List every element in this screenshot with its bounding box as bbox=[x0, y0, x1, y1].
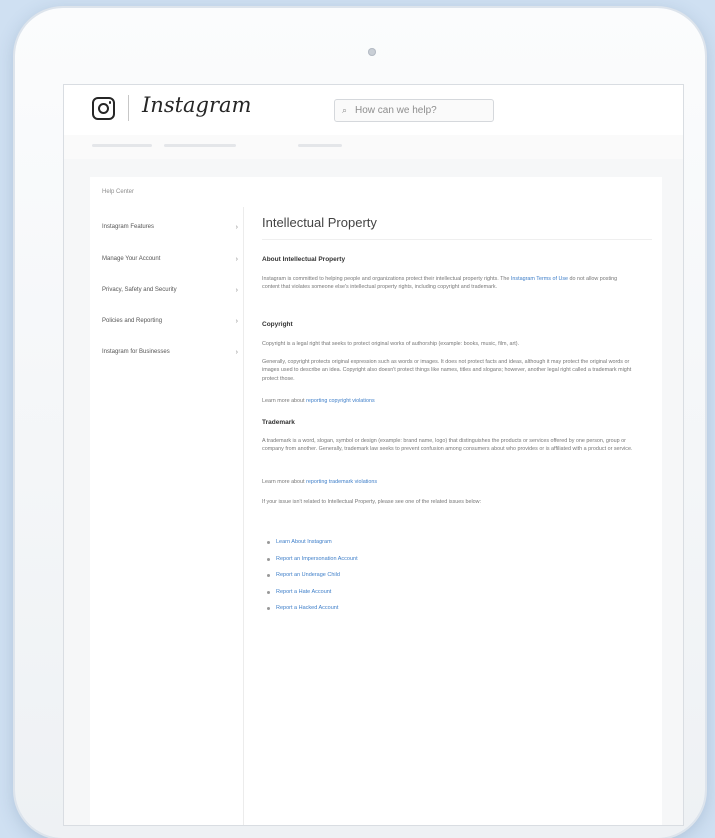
search-icon: ⌕ bbox=[342, 105, 348, 115]
sidebar-item-privacy-safety[interactable]: Privacy, Safety and Security › bbox=[102, 287, 238, 294]
learn-more-text: Learn more about bbox=[262, 398, 305, 404]
sidebar-item-policies-reporting[interactable]: Policies and Reporting › bbox=[102, 318, 238, 325]
title-divider bbox=[262, 239, 652, 240]
related-link[interactable]: Report a Hacked Account bbox=[267, 605, 358, 611]
subnav-item[interactable] bbox=[298, 144, 342, 147]
logo-divider bbox=[128, 95, 129, 121]
sidebar-item-label: Instagram Features bbox=[102, 224, 155, 230]
related-link[interactable]: Report an Impersonation Account bbox=[267, 556, 358, 562]
camera-icon bbox=[368, 48, 376, 56]
copyright-paragraph-1: Copyright is a legal right that seeks to… bbox=[262, 341, 520, 347]
related-issues-intro: If your issue isn't related to Intellect… bbox=[262, 499, 482, 505]
about-paragraph: Instagram is committed to helping people… bbox=[262, 275, 634, 292]
sub-navigation bbox=[64, 135, 683, 159]
section-heading-about: About Intellectual Property bbox=[262, 256, 346, 263]
chevron-right-icon: › bbox=[235, 349, 238, 356]
section-heading-trademark: Trademark bbox=[262, 419, 295, 426]
subnav-item[interactable] bbox=[164, 144, 236, 147]
copyright-learn-more: Learn more about reporting copyright vio… bbox=[262, 397, 634, 405]
breadcrumb[interactable]: Help Center bbox=[102, 189, 134, 195]
instagram-wordmark[interactable]: Instagram bbox=[142, 93, 251, 117]
learn-more-text: Learn more about bbox=[262, 479, 305, 485]
related-link[interactable]: Report a Hate Account bbox=[267, 589, 358, 595]
chevron-right-icon: › bbox=[235, 224, 238, 231]
section-heading-copyright: Copyright bbox=[262, 321, 293, 328]
top-bar: Instagram ⌕ How can we help? bbox=[64, 85, 683, 135]
related-link[interactable]: Learn About Instagram bbox=[267, 539, 358, 545]
terms-of-use-link[interactable]: Instagram Terms of Use bbox=[511, 276, 568, 282]
screen: Instagram ⌕ How can we help? Help Center… bbox=[63, 84, 684, 826]
help-center-content: Help Center Instagram Features › Manage … bbox=[90, 177, 662, 825]
sidebar-item-label: Privacy, Safety and Security bbox=[102, 287, 177, 293]
chevron-right-icon: › bbox=[235, 318, 238, 325]
sidebar-item-label: Policies and Reporting bbox=[102, 318, 163, 324]
chevron-right-icon: › bbox=[235, 256, 238, 263]
instagram-camera-icon[interactable] bbox=[92, 97, 115, 120]
tablet-frame: Instagram ⌕ How can we help? Help Center… bbox=[15, 8, 705, 838]
search-input[interactable]: ⌕ How can we help? bbox=[334, 99, 494, 122]
search-placeholder: How can we help? bbox=[355, 105, 437, 116]
trademark-paragraph: A trademark is a word, slogan, symbol or… bbox=[262, 438, 633, 453]
sidebar-item-label: Instagram for Businesses bbox=[102, 349, 170, 355]
subnav-item[interactable] bbox=[92, 144, 152, 147]
trademark-learn-more: Learn more about reporting trademark vio… bbox=[262, 478, 634, 486]
sidebar-item-instagram-for-businesses[interactable]: Instagram for Businesses › bbox=[102, 349, 238, 356]
related-links-list: Learn About Instagram Report an Imperson… bbox=[262, 539, 358, 622]
trademark-report-link[interactable]: reporting trademark violations bbox=[306, 479, 377, 485]
about-text-start: Instagram is committed to helping people… bbox=[262, 276, 510, 282]
chevron-right-icon: › bbox=[235, 287, 238, 294]
copyright-report-link[interactable]: reporting copyright violations bbox=[306, 398, 375, 404]
sidebar-item-label: Manage Your Account bbox=[102, 256, 161, 262]
copyright-paragraph-2: Generally, copyright protects original e… bbox=[262, 359, 632, 382]
sidebar-item-instagram-features[interactable]: Instagram Features › bbox=[102, 224, 238, 231]
sidebar: Instagram Features › Manage Your Account… bbox=[90, 207, 244, 825]
related-link[interactable]: Report an Underage Child bbox=[267, 572, 358, 578]
sidebar-item-manage-account[interactable]: Manage Your Account › bbox=[102, 256, 238, 263]
page-title: Intellectual Property bbox=[262, 215, 377, 230]
